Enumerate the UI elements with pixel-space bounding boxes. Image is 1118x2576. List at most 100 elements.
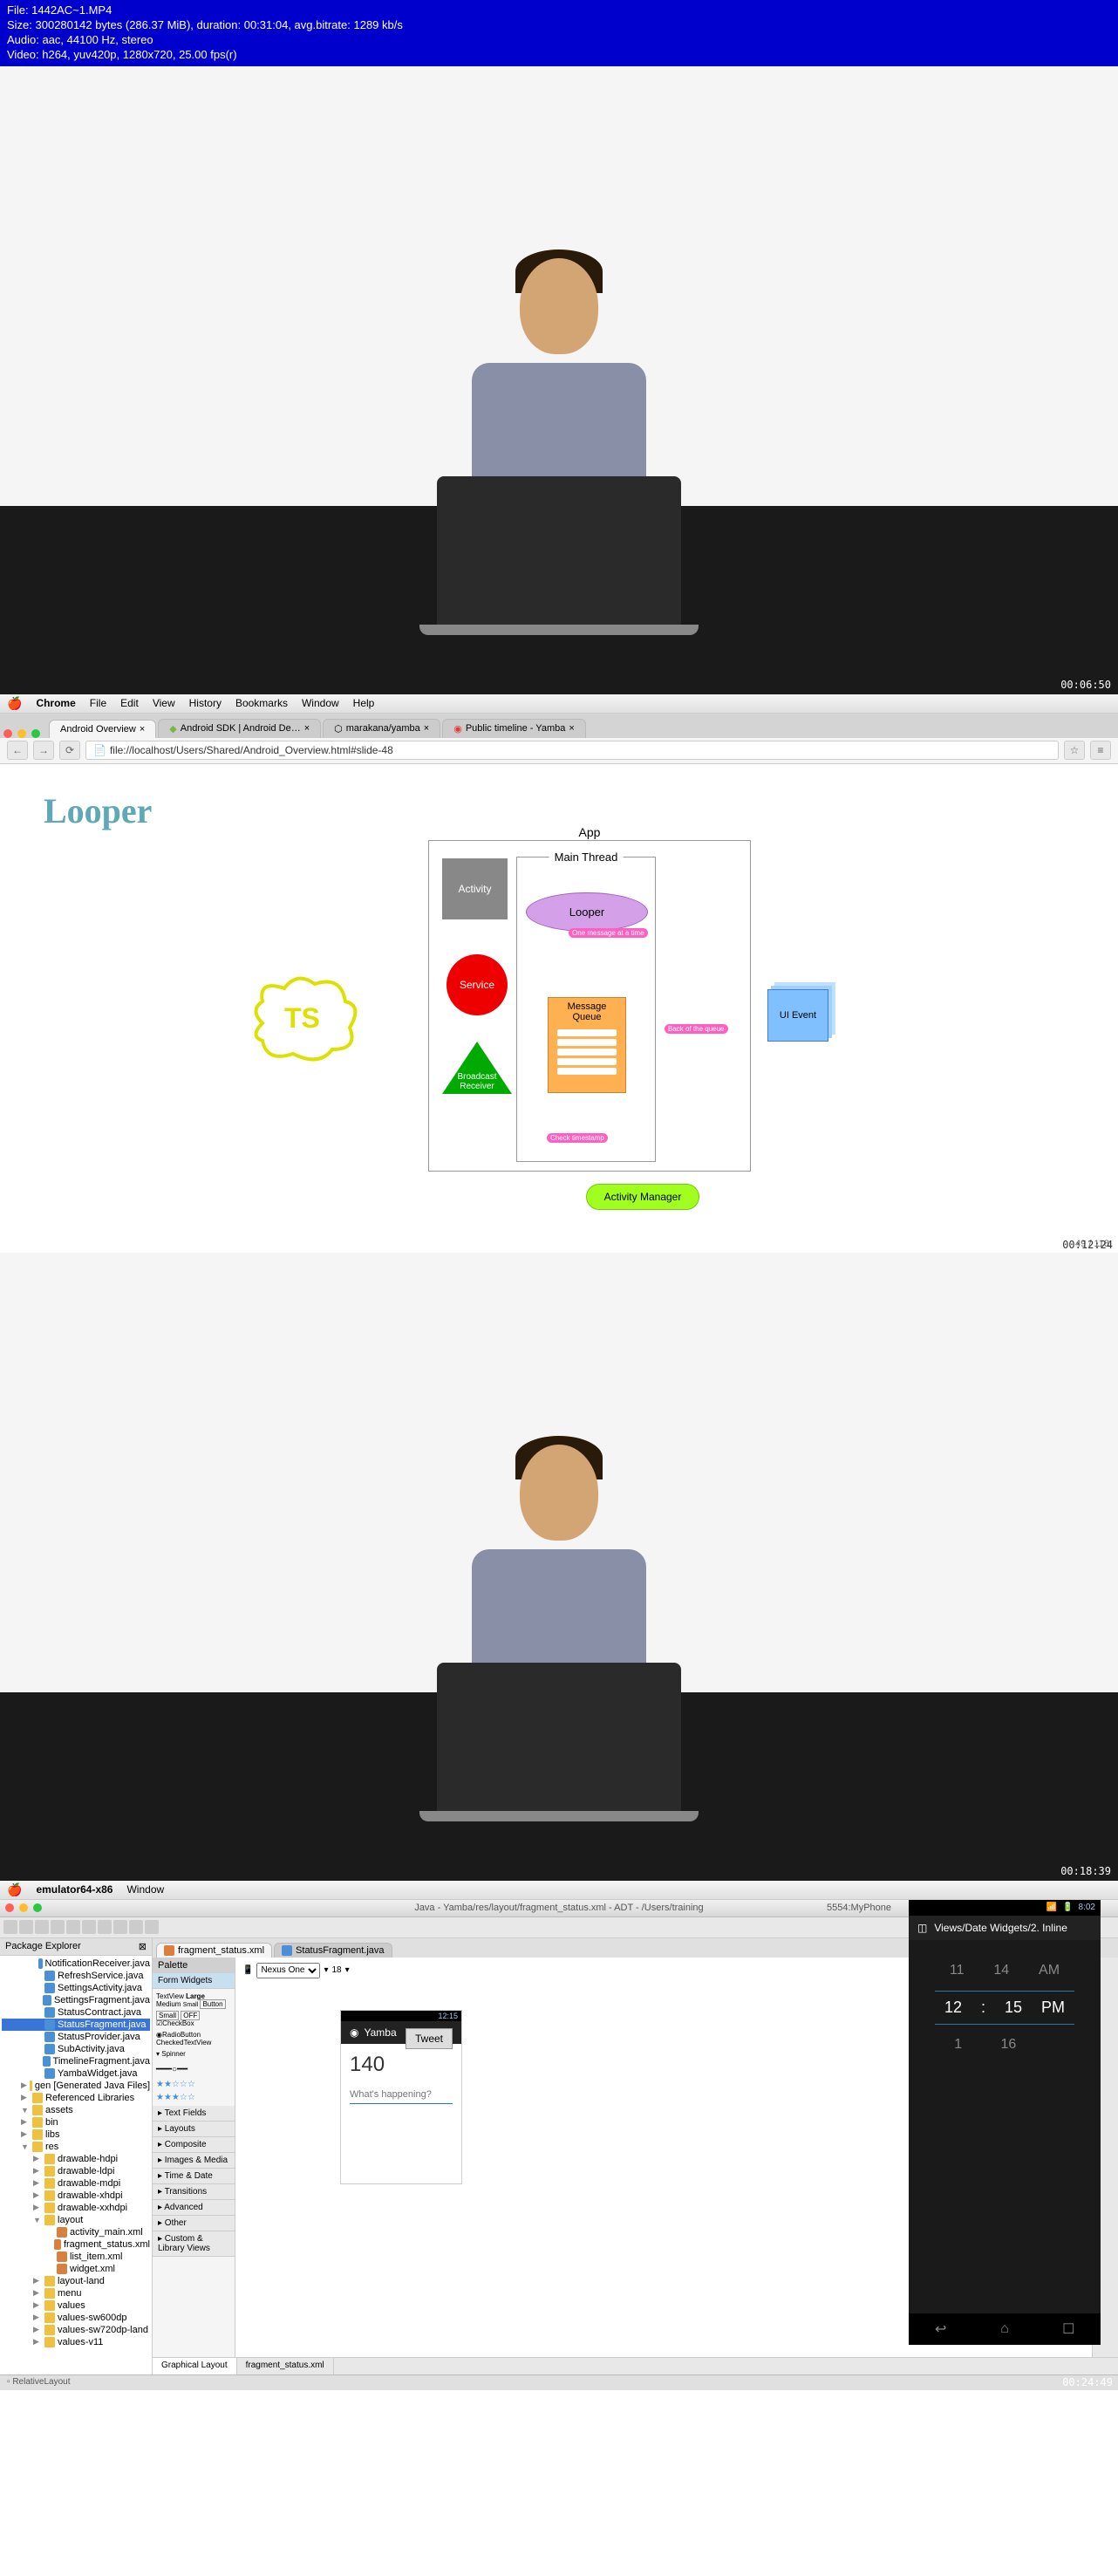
apple-icon[interactable]: 🍎 [7,696,22,711]
tree-item[interactable]: ▶drawable-mdpi [2,2177,150,2190]
close-icon[interactable]: × [140,724,145,735]
toolbar-icon[interactable] [35,1920,49,1934]
toolbar-icon[interactable] [129,1920,143,1934]
tree-item[interactable]: ▶menu [2,2287,150,2299]
tree-item[interactable]: ▶drawable-xhdpi [2,2190,150,2202]
tab-android-sdk[interactable]: ◆Android SDK | Android De…× [158,719,321,738]
toolbar-icon[interactable] [98,1920,112,1934]
menu-file[interactable]: File [90,697,106,709]
file-icon [57,2264,67,2274]
tree-item[interactable]: ▶libs [2,2128,150,2141]
tab-android-overview[interactable]: Android Overview× [49,720,156,738]
tree-item[interactable]: ▼res [2,2141,150,2153]
palette-section[interactable]: ▸ Time & Date [153,2169,235,2184]
tree-item[interactable]: YambaWidget.java [2,2067,150,2080]
palette-section[interactable]: ▸ Text Fields [153,2106,235,2122]
palette-section[interactable]: ▸ Images & Media [153,2153,235,2169]
emu-menu-window[interactable]: Window [126,1883,164,1896]
tree-item[interactable]: list_item.xml [2,2251,150,2263]
file-tree[interactable]: NotificationReceiver.javaRefreshService.… [0,1956,152,2350]
close-icon[interactable]: × [304,723,310,734]
palette-section[interactable]: ▸ Composite [153,2137,235,2153]
tree-item[interactable]: ▶Referenced Libraries [2,2092,150,2104]
tree-item[interactable]: RefreshService.java [2,1970,150,1982]
toolbar-icon[interactable] [82,1920,96,1934]
toolbar-icon[interactable] [3,1920,17,1934]
menu-help[interactable]: Help [353,697,375,709]
status-input[interactable] [350,2086,453,2104]
tree-item[interactable]: ▶values-sw720dp-land [2,2324,150,2336]
tree-item[interactable]: StatusProvider.java [2,2031,150,2043]
tree-item[interactable]: ▼layout [2,2214,150,2226]
time-picker[interactable]: 1114AM 12:15PM 116 [909,1940,1101,2075]
menu-edit[interactable]: Edit [120,697,139,709]
menu-window[interactable]: Window [302,697,339,709]
toolbar-icon[interactable] [145,1920,159,1934]
palette-form-widgets[interactable]: Form Widgets [153,1973,235,1989]
palette-section[interactable]: ▸ Layouts [153,2122,235,2137]
tree-item[interactable]: ▶drawable-ldpi [2,2165,150,2177]
forward-button[interactable]: → [33,741,54,760]
tree-item[interactable]: NotificationReceiver.java [2,1958,150,1970]
button-widget[interactable]: Button [200,1999,225,2009]
tree-item[interactable]: ▶bin [2,2116,150,2128]
tree-item[interactable]: SettingsFragment.java [2,1994,150,2006]
folder-icon [32,2105,43,2115]
url-bar: ← → ⟳ 📄 file://localhost/Users/Shared/An… [0,738,1118,764]
emu-app-name[interactable]: emulator64-x86 [36,1883,112,1896]
menu-bookmarks[interactable]: Bookmarks [235,697,288,709]
tab-yamba-timeline[interactable]: ◉Public timeline - Yamba× [442,719,586,738]
tree-item[interactable]: StatusContract.java [2,2006,150,2019]
tab-xml-source[interactable]: fragment_status.xml [237,2358,334,2374]
tree-item[interactable]: SubActivity.java [2,2043,150,2055]
toolbar-icon[interactable] [66,1920,80,1934]
tree-item[interactable]: ▶drawable-hdpi [2,2153,150,2165]
toolbar-icon[interactable] [51,1920,65,1934]
tree-item[interactable]: fragment_status.xml [2,2238,150,2251]
selected-time-row[interactable]: 12:15PM [935,1991,1074,2025]
app-name[interactable]: Chrome [36,697,75,709]
tab-graphical-layout[interactable]: Graphical Layout [153,2358,237,2374]
tree-item[interactable]: activity_main.xml [2,2226,150,2238]
tab-marakana[interactable]: ⬡marakana/yamba× [323,719,440,738]
url-input[interactable]: 📄 file://localhost/Users/Shared/Android_… [85,741,1059,760]
reload-button[interactable]: ⟳ [59,741,80,760]
recents-button[interactable]: ☐ [1055,2320,1081,2338]
presenter [463,1427,655,1846]
tweet-button[interactable]: Tweet [406,2028,453,2049]
editor-tab-fragment[interactable]: fragment_status.xml [156,1943,272,1958]
tree-item[interactable]: widget.xml [2,2263,150,2275]
tree-item[interactable]: StatusFragment.java [2,2019,150,2031]
bookmark-button[interactable]: ☆ [1064,741,1085,760]
palette-section[interactable]: ▸ Custom & Library Views [153,2231,235,2257]
back-button[interactable]: ← [7,741,28,760]
tree-item[interactable]: ▶values-v11 [2,2336,150,2348]
palette-section[interactable]: ▸ Advanced [153,2200,235,2216]
close-icon[interactable]: × [569,723,574,734]
tree-item[interactable]: ▶layout-land [2,2275,150,2287]
toolbar-icon[interactable] [19,1920,33,1934]
menu-history[interactable]: History [189,697,222,709]
toolbar-icon[interactable] [113,1920,127,1934]
tree-item[interactable]: ▶drawable-xxhdpi [2,2202,150,2214]
tree-item[interactable]: SettingsActivity.java [2,1982,150,1994]
tree-item[interactable]: ▶values [2,2299,150,2312]
palette-section[interactable]: ▸ Transitions [153,2184,235,2200]
device-select[interactable]: Nexus One [256,1963,320,1978]
back-button[interactable]: ↩ [928,2320,954,2338]
menu-button[interactable]: ≡ [1090,741,1111,760]
tree-item[interactable]: TimelineFragment.java [2,2055,150,2067]
tree-item[interactable]: ▼assets [2,2104,150,2116]
close-icon[interactable]: ⊠ [139,1941,147,1952]
app-box: App Activity Service Broadcast Receiver … [428,840,751,1172]
close-icon[interactable]: × [424,723,429,734]
palette-section[interactable]: ▸ Other [153,2216,235,2231]
window-controls[interactable] [5,1903,42,1912]
home-button[interactable]: ⌂ [992,2320,1018,2338]
apple-icon[interactable]: 🍎 [7,1882,22,1897]
tree-item[interactable]: ▶values-sw600dp [2,2312,150,2324]
window-controls[interactable] [3,729,40,738]
menu-view[interactable]: View [153,697,175,709]
editor-tab-statusfragment[interactable]: StatusFragment.java [274,1943,392,1958]
tree-item[interactable]: ▶gen [Generated Java Files] [2,2080,150,2092]
